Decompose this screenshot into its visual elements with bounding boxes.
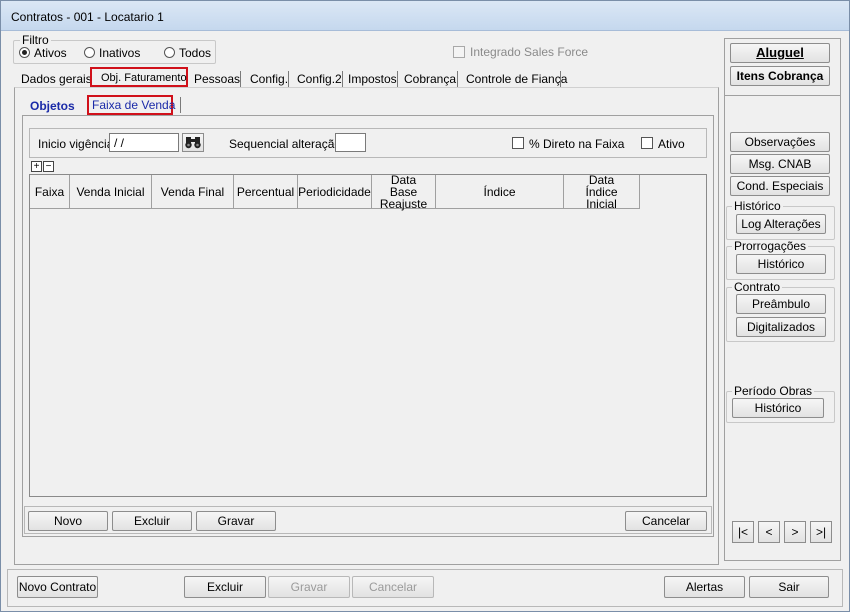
historico-caption: Histórico (732, 199, 783, 213)
tab-cobranca[interactable]: Cobrança (404, 72, 456, 86)
periodo-obras-caption: Período Obras (732, 384, 815, 398)
radio-todos-label[interactable]: Todos (179, 46, 211, 60)
side-divider (724, 95, 841, 96)
column-header[interactable]: Data Índice Inicial (564, 174, 640, 210)
tab-obj-faturamento[interactable]: Obj. Faturamento (101, 71, 187, 85)
ativo-checkbox[interactable] (641, 137, 653, 149)
integrado-label: Integrado Sales Force (470, 45, 589, 59)
inicio-vigencia-input[interactable]: / / (109, 133, 179, 152)
sair-button[interactable]: Sair (749, 576, 829, 598)
grid-header: Faixa Venda Inicial Venda Final Percentu… (30, 174, 640, 210)
inicio-vigencia-label: Inicio vigência (38, 137, 114, 151)
prorrogacoes-historico-button[interactable]: Histórico (736, 254, 826, 274)
column-header[interactable]: Data Base Reajuste (372, 174, 436, 210)
nav-next-button[interactable]: > (784, 521, 806, 543)
digitalizados-button[interactable]: Digitalizados (736, 317, 826, 337)
alertas-button[interactable]: Alertas (664, 576, 745, 598)
radio-inativos[interactable] (84, 47, 95, 58)
expand-plus-button[interactable]: + (31, 161, 42, 172)
tab-pessoas[interactable]: Pessoas (194, 72, 240, 86)
radio-todos[interactable] (164, 47, 175, 58)
tab-separator (397, 71, 398, 87)
column-header[interactable]: Periodicidade (298, 175, 372, 209)
faixa-grid[interactable]: Faixa Venda Inicial Venda Final Percentu… (29, 174, 707, 497)
itens-cobranca-button[interactable]: Itens Cobrança (730, 66, 830, 86)
column-header[interactable]: Percentual (234, 175, 298, 209)
radio-inativos-label[interactable]: Inativos (99, 46, 140, 60)
preambulo-button[interactable]: Preâmbulo (736, 294, 826, 314)
tab-config2[interactable]: Config.2 (297, 72, 342, 86)
title-bar: Contratos - 001 - Locatario 1 (1, 1, 849, 31)
tab-config[interactable]: Config. (250, 72, 288, 86)
observacoes-button[interactable]: Observações (730, 132, 830, 152)
gravar-inner-button[interactable]: Gravar (196, 511, 276, 531)
tab-separator (560, 71, 561, 87)
column-header[interactable]: Faixa (30, 175, 70, 209)
subtab-separator (180, 97, 181, 113)
column-header[interactable]: Venda Final (152, 175, 234, 209)
log-alteracoes-button[interactable]: Log Alterações (736, 214, 826, 234)
gravar-button[interactable]: Gravar (268, 576, 350, 598)
collapse-minus-button[interactable]: − (43, 161, 54, 172)
excluir-inner-button[interactable]: Excluir (112, 511, 192, 531)
subtab-objetos[interactable]: Objetos (30, 99, 75, 113)
aluguel-button[interactable]: Aluguel (730, 43, 830, 63)
cancelar-button[interactable]: Cancelar (352, 576, 434, 598)
direto-faixa-checkbox[interactable] (512, 137, 524, 149)
tab-separator (240, 71, 241, 87)
nav-first-button[interactable]: |< (732, 521, 754, 543)
novo-contrato-button[interactable]: Novo Contrato (17, 576, 98, 598)
sequencial-input[interactable] (335, 133, 366, 152)
prorrogacoes-caption: Prorrogações (732, 239, 809, 253)
cond-especiais-button[interactable]: Cond. Especiais (730, 176, 830, 196)
tab-controle-fianca[interactable]: Controle de Fiança (466, 72, 567, 86)
tab-separator (457, 71, 458, 87)
tab-separator (288, 71, 289, 87)
tab-impostos[interactable]: Impostos (348, 72, 397, 86)
radio-ativos[interactable] (19, 47, 30, 58)
tab-separator (342, 71, 343, 87)
direto-faixa-label: % Direto na Faixa (529, 137, 625, 151)
contrato-caption: Contrato (732, 280, 783, 294)
contracts-window: Contratos - 001 - Locatario 1 Filtro Ati… (0, 0, 850, 612)
binoculars-icon[interactable] (182, 133, 204, 152)
column-header[interactable]: Venda Inicial (70, 175, 152, 209)
novo-button[interactable]: Novo (28, 511, 108, 531)
msg-cnab-button[interactable]: Msg. CNAB (730, 154, 830, 174)
cancelar-inner-button[interactable]: Cancelar (625, 511, 707, 531)
column-header[interactable]: Índice (436, 175, 564, 209)
filter-caption: Filtro (20, 33, 51, 47)
excluir-button[interactable]: Excluir (184, 576, 266, 598)
nav-last-button[interactable]: >| (810, 521, 832, 543)
subtab-faixa-de-venda[interactable]: Faixa de Venda (92, 98, 175, 112)
periodo-historico-button[interactable]: Histórico (732, 398, 824, 418)
sequencial-label: Sequencial alteração (229, 137, 342, 151)
ativo-label: Ativo (658, 137, 685, 151)
radio-ativos-label[interactable]: Ativos (34, 46, 67, 60)
window-title: Contratos - 001 - Locatario 1 (11, 10, 164, 24)
tab-dados-gerais[interactable]: Dados gerais (21, 72, 92, 86)
integrado-checkbox[interactable] (453, 46, 465, 58)
nav-prev-button[interactable]: < (758, 521, 780, 543)
